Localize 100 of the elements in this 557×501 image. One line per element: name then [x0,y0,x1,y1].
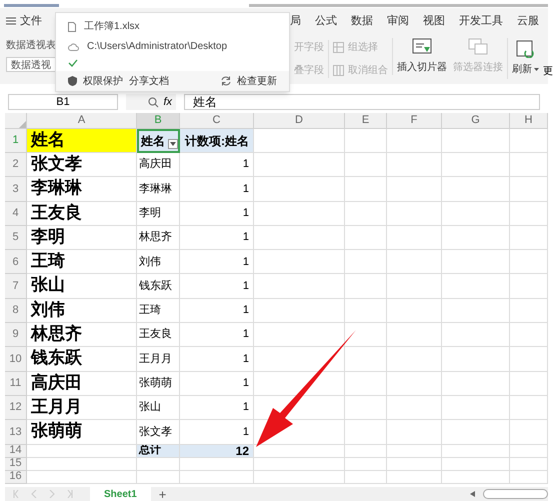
check-update-button[interactable]: 检查更新 [237,74,277,88]
table-cell: 1 [180,298,254,324]
table-cell: 高庆田 [137,153,180,178]
row-number[interactable]: 7 [5,274,27,299]
row-number[interactable]: 3 [5,177,27,202]
table-cell [345,274,387,299]
table-cell [510,470,548,484]
function-label: fx [163,94,172,110]
row-number[interactable]: 9 [5,323,27,348]
name-box[interactable]: B1 [8,94,118,110]
refresh-icon [221,76,231,86]
row-number[interactable]: 1 [5,129,27,153]
filter-dropdown-button[interactable] [168,139,178,149]
table-cell: 1 [180,226,254,250]
table-cell [442,323,510,348]
file-path: C:\Users\Administrator\Desktop [87,40,228,54]
table-cell [442,444,510,458]
ribbon-tab[interactable]: 视图 [423,12,445,30]
table-cell [387,226,442,250]
row-number[interactable]: 10 [5,347,27,372]
formula-field[interactable]: 姓名 [184,94,540,110]
row-number[interactable]: 16 [5,470,27,484]
table-cell [387,444,442,458]
table-cell [442,372,510,396]
row-number[interactable]: 15 [5,458,27,471]
table-cell: 李明 [27,226,137,250]
add-sheet-button[interactable]: + [150,488,174,500]
row-number[interactable]: 5 [5,226,27,250]
table-cell: 张山 [137,396,180,420]
ribbon-tab[interactable]: 公式 [315,12,337,30]
column-header[interactable]: B [137,113,180,129]
file-icon [68,22,76,32]
ribbon-tab[interactable]: 云服 [517,12,539,30]
table-cell: 王琦 [137,298,180,324]
ribbon-tab[interactable]: 局 [290,12,301,30]
column-header[interactable]: G [442,113,510,129]
table-cell: 1 [180,177,254,202]
row-number[interactable]: 6 [5,250,27,274]
table-cell [387,323,442,348]
table-cell [442,129,510,153]
table-cell [510,298,548,324]
column-header[interactable]: F [387,113,442,129]
ribbon-tab[interactable]: 审阅 [387,12,409,30]
table-cell [510,396,548,420]
table-cell [387,470,442,484]
table-cell [510,372,548,396]
zoom-icon [148,96,160,108]
ribbon-tab[interactable]: 数据 [351,12,373,30]
table-cell [442,396,510,420]
first-sheet-icon[interactable] [13,490,19,498]
permission-button[interactable]: 权限保护 [83,74,123,88]
next-sheet-icon[interactable] [49,490,55,498]
table-cell: 王友良 [27,202,137,226]
row-number[interactable]: 13 [5,420,27,445]
column-header[interactable]: C [180,113,254,129]
table-cell-text: 姓名 [141,133,165,150]
insert-slicer-button[interactable]: 插入切片器 [397,38,447,75]
table-cell: 张萌萌 [137,372,180,396]
table-cell: 12 [180,444,254,458]
column-header[interactable]: A [27,113,137,129]
horizontal-scrollbar[interactable] [483,489,548,499]
table-cell: 王月月 [27,396,137,420]
grid-icon [333,65,344,76]
pivot-name-label: 数据透视表 [6,38,57,53]
scroll-left-icon[interactable] [470,491,475,497]
table-cell [387,250,442,274]
share-button[interactable]: 分享文档 [129,74,169,88]
row-number[interactable]: 12 [5,396,27,420]
ribbon-tab[interactable]: 开发工具 [459,12,503,30]
row-number[interactable]: 4 [5,202,27,226]
file-menu[interactable]: 文件 [6,12,42,30]
table-cell [387,420,442,445]
table-cell [510,177,548,202]
previous-sheet-icon[interactable] [31,490,37,498]
table-cell: 李琳琳 [137,177,180,202]
table-cell [137,458,180,471]
row-number[interactable]: 14 [5,444,27,458]
sheet-tab[interactable]: Sheet1 [90,487,151,501]
refresh-button[interactable]: 刷新 [512,38,539,79]
column-header[interactable]: H [510,113,548,129]
table-cell [387,458,442,471]
table-cell [442,202,510,226]
caret-icon [170,142,176,146]
table-cell [345,458,387,471]
row-number[interactable]: 2 [5,153,27,178]
table-cell: 张山 [27,274,137,299]
table-cell [510,250,548,274]
column-header[interactable]: E [345,113,387,129]
last-sheet-icon[interactable] [67,490,73,498]
table-cell: 1 [180,372,254,396]
table-cell: 刘伟 [137,250,180,274]
table-cell [510,153,548,178]
table-cell [510,323,548,348]
table-cell: 王琦 [27,250,137,274]
ribbon-label: 更 [543,65,553,79]
row-number[interactable]: 8 [5,298,27,324]
caret-icon [534,68,539,71]
row-number[interactable]: 11 [5,372,27,396]
column-header[interactable]: D [254,113,345,129]
table-cell [442,153,510,178]
